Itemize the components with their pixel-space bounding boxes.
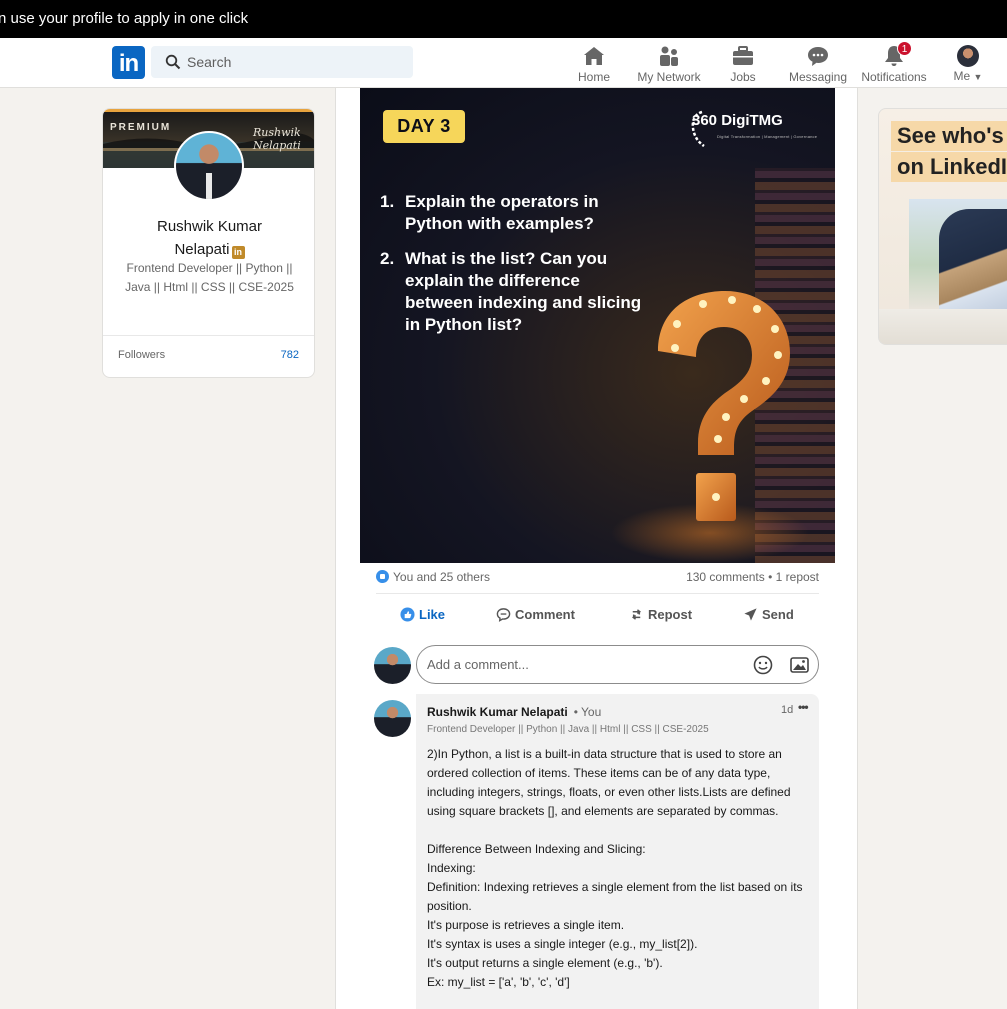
linkedin-logo[interactable]: in	[112, 46, 145, 79]
nav-label: Jobs	[730, 70, 756, 84]
followers-count[interactable]: 782	[281, 349, 299, 361]
like-button[interactable]: Like	[400, 607, 445, 627]
feed-post: DAY 3 360 DigiTMG Digital Transformation…	[335, 88, 858, 1009]
search-bar[interactable]	[151, 46, 413, 78]
comment-author-headline: Frontend Developer || Python || Java || …	[427, 724, 709, 735]
profile-headline: Frontend Developer || Python || Java || …	[125, 261, 294, 294]
comment-item: Rushwik Kumar Nelapati • You 1d ••• Front…	[416, 694, 819, 1009]
nav-jobs[interactable]: Jobs	[705, 44, 781, 86]
premium-label: PREMIUM	[110, 122, 172, 133]
question-item: 2. What is the list? Can you explain the …	[380, 249, 642, 334]
nav-notifications[interactable]: 1 Notifications	[856, 41, 932, 86]
ad-headline-line1: See who's h	[891, 121, 1007, 151]
divider	[376, 593, 819, 594]
linkedin-premium-icon: in	[231, 246, 245, 259]
messaging-icon	[808, 47, 828, 66]
send-button[interactable]: Send	[743, 607, 794, 627]
comment-time: 1d	[781, 704, 794, 716]
profile-card: PREMIUM Rushwik Nelapati Rushwik Kumar N…	[102, 108, 315, 378]
nav-home[interactable]: Home	[556, 44, 632, 86]
comment-author[interactable]: Rushwik Kumar Nelapati • You	[427, 705, 601, 719]
ad-card[interactable]: See who's h on LinkedIn	[878, 108, 1007, 345]
comment-box[interactable]	[416, 645, 819, 684]
avatar[interactable]	[374, 647, 411, 684]
top-navbar: in Home My Network Jobs Messaging 1 Noti…	[0, 38, 1007, 88]
question-item: 1. Explain the operators in Python with e…	[380, 192, 599, 233]
notification-badge: 1	[897, 41, 912, 56]
nav-label: Home	[577, 70, 610, 84]
comment-text: 2)In Python, a list is a built-in data s…	[427, 747, 803, 989]
jobs-icon	[733, 46, 753, 65]
nav-my-network[interactable]: My Network	[631, 44, 707, 86]
reactions-summary[interactable]: You and 25 others	[376, 570, 490, 584]
comment-input[interactable]	[427, 646, 727, 683]
repost-icon	[632, 609, 641, 620]
thumbs-up-icon	[400, 607, 415, 622]
ad-desk-graphic	[879, 309, 1007, 344]
repost-button[interactable]: Repost	[629, 607, 692, 627]
send-icon	[744, 608, 757, 621]
profile-avatar[interactable]	[174, 131, 244, 201]
comment-icon	[496, 608, 511, 622]
day-badge: DAY 3	[383, 110, 465, 143]
chevron-down-icon: ▼	[973, 72, 983, 82]
nav-me[interactable]: Me ▼	[930, 44, 1006, 86]
photo-icon[interactable]	[790, 656, 809, 674]
more-options-icon[interactable]: •••	[798, 700, 809, 714]
post-image[interactable]: DAY 3 360 DigiTMG Digital Transformation…	[360, 88, 835, 563]
avatar[interactable]	[374, 700, 411, 737]
avatar	[957, 45, 979, 67]
nav-label: Me ▼	[953, 69, 983, 83]
home-icon	[584, 47, 604, 65]
emoji-icon[interactable]	[753, 655, 773, 675]
nav-label: Notifications	[861, 70, 927, 84]
nav-label: Messaging	[788, 70, 848, 84]
search-icon	[165, 54, 181, 70]
comment-button[interactable]: Comment	[496, 607, 575, 627]
brand-name: 360 DigiTMG	[692, 112, 783, 129]
search-input[interactable]	[187, 46, 407, 78]
post-stats[interactable]: 130 comments • 1 repost	[686, 570, 819, 584]
nav-label: My Network	[637, 70, 701, 84]
network-icon	[660, 46, 678, 66]
profile-name[interactable]: Rushwik Kumar Nelapati in	[103, 215, 314, 261]
question-mark-graphic	[658, 291, 790, 521]
divider	[103, 335, 314, 336]
like-reaction-icon	[376, 570, 389, 583]
brand-tagline: Digital Transformation | Management | Go…	[717, 134, 818, 139]
apply-banner: n use your profile to apply in one click	[0, 0, 1007, 38]
cover-signature: Rushwik Nelapati	[253, 126, 301, 152]
nav-messaging[interactable]: Messaging	[780, 44, 856, 86]
ad-headline-line2: on LinkedIn	[891, 152, 1007, 182]
question-list: 1. Explain the operators in Python with e…	[380, 191, 650, 349]
followers-label[interactable]: Followers	[118, 349, 165, 361]
